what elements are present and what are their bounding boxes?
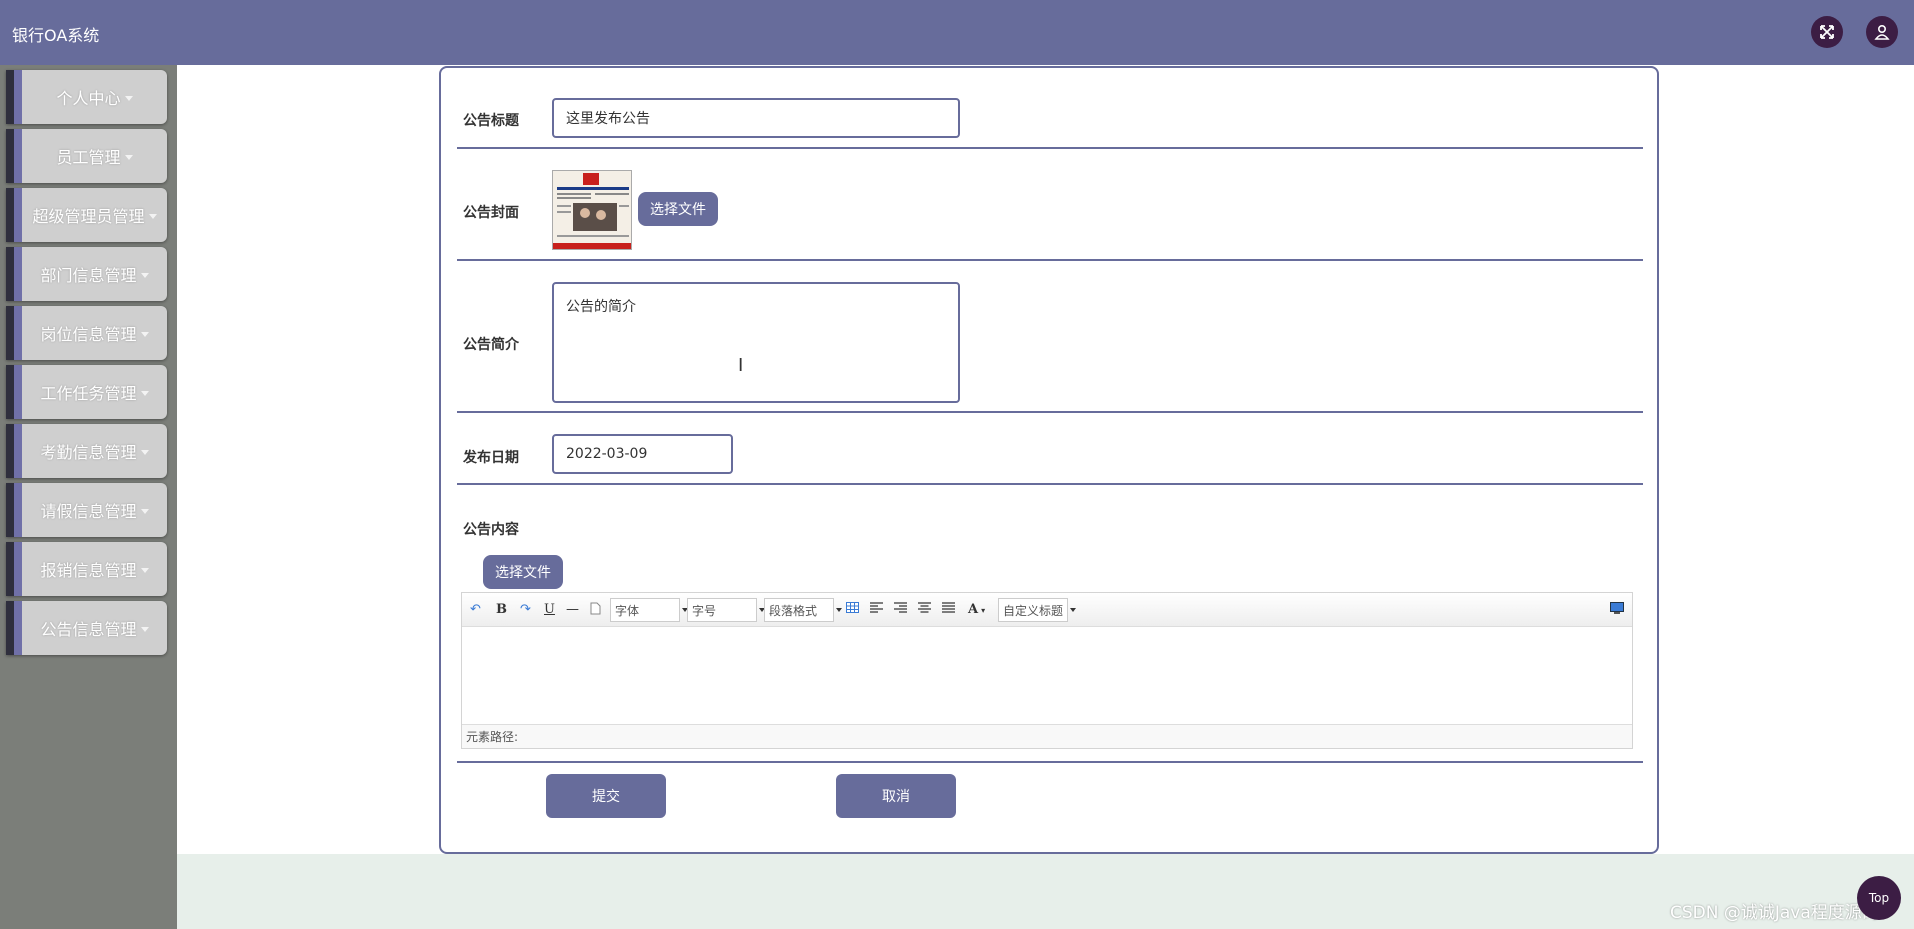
bold-icon[interactable]: B xyxy=(496,602,507,617)
divider xyxy=(457,411,1643,413)
sidebar-item-label: 工作任务管理 xyxy=(40,384,137,403)
sidebar-item-reimbursement[interactable]: 报销信息管理 xyxy=(6,542,167,596)
sidebar-item-employee[interactable]: 员工管理 xyxy=(6,129,167,183)
element-path-label: 元素路径: xyxy=(466,730,519,744)
caret-down-icon xyxy=(140,449,149,455)
caret-down-icon xyxy=(140,272,149,278)
page-icon[interactable] xyxy=(590,602,601,615)
sidebar-item-label: 超级管理员管理 xyxy=(32,207,145,226)
sidebar-item-label: 请假信息管理 xyxy=(40,502,137,521)
cancel-button[interactable]: 取消 xyxy=(836,774,956,818)
content-choose-file-button[interactable]: 选择文件 xyxy=(483,555,563,589)
app-title: 银行OA系统 xyxy=(12,26,100,45)
caret-down-icon xyxy=(124,95,133,101)
sidebar-item-notice[interactable]: 公告信息管理 xyxy=(6,601,167,655)
text-cursor-icon: I xyxy=(738,355,744,376)
date-label: 发布日期 xyxy=(463,450,519,466)
font-color-icon[interactable]: A ▾ xyxy=(968,602,985,617)
font-family-select[interactable]: 字体 xyxy=(610,598,688,622)
caret-down-icon xyxy=(140,567,149,573)
sidebar-item-label: 公告信息管理 xyxy=(40,620,137,639)
sidebar-item-label: 考勤信息管理 xyxy=(40,443,137,462)
summary-label: 公告简介 xyxy=(463,337,519,353)
paragraph-format-select-label: 段落格式 xyxy=(769,603,818,618)
caret-down-icon xyxy=(140,508,149,514)
top-bar: 银行OA系统 xyxy=(0,0,1914,65)
cover-label: 公告封面 xyxy=(463,205,519,221)
sidebar-item-position[interactable]: 岗位信息管理 xyxy=(6,306,167,360)
user-icon[interactable] xyxy=(1866,16,1898,48)
sidebar-item-label: 部门信息管理 xyxy=(40,266,137,285)
submit-button[interactable]: 提交 xyxy=(546,774,666,818)
sidebar-item-label: 报销信息管理 xyxy=(40,561,137,580)
element-path-bar: 元素路径: xyxy=(462,724,1632,748)
divider xyxy=(457,147,1643,149)
font-size-select-label: 字号 xyxy=(692,603,717,618)
back-to-top-button[interactable]: Top xyxy=(1857,876,1901,920)
rich-text-editor: ↶ B ↷ U — 字体 字号 段落格式 A ▾ 自定义标题 元素路径: xyxy=(461,592,1633,749)
sidebar: 个人中心 员工管理 超级管理员管理 部门信息管理 岗位信息管理 工作任务管理 考… xyxy=(0,65,177,929)
divider xyxy=(457,761,1643,763)
align-left-icon[interactable] xyxy=(870,602,883,613)
caret-down-icon xyxy=(140,331,149,337)
align-justify-icon[interactable] xyxy=(942,602,955,613)
custom-title-select[interactable]: 自定义标题 xyxy=(998,598,1076,622)
sidebar-item-super-admin[interactable]: 超级管理员管理 xyxy=(6,188,167,242)
date-input[interactable] xyxy=(552,434,733,474)
notice-form: 公告标题 公告封面 选择文件 公告简介 公告的简介 发布日期 公告内容 选择 xyxy=(439,66,1659,854)
sidebar-item-label: 个人中心 xyxy=(56,89,121,108)
table-icon[interactable] xyxy=(846,602,859,613)
paragraph-format-select[interactable]: 段落格式 xyxy=(764,598,842,622)
summary-textarea[interactable]: 公告的简介 xyxy=(552,282,960,403)
sidebar-item-label: 岗位信息管理 xyxy=(40,325,137,344)
divider xyxy=(457,259,1643,261)
caret-down-icon xyxy=(140,626,149,632)
sidebar-item-personal-center[interactable]: 个人中心 xyxy=(6,70,167,124)
title-label: 公告标题 xyxy=(463,113,519,129)
align-right-icon[interactable] xyxy=(894,602,907,613)
divider xyxy=(457,483,1643,485)
caret-down-icon xyxy=(140,390,149,396)
sidebar-item-leave[interactable]: 请假信息管理 xyxy=(6,483,167,537)
font-family-select-label: 字体 xyxy=(615,603,640,618)
fullscreen-icon[interactable] xyxy=(1811,16,1843,48)
sidebar-item-department[interactable]: 部门信息管理 xyxy=(6,247,167,301)
caret-down-icon xyxy=(148,213,157,219)
cover-image xyxy=(552,170,632,250)
underline-icon[interactable]: U xyxy=(544,602,555,617)
content-label: 公告内容 xyxy=(463,522,519,538)
title-input[interactable] xyxy=(552,98,960,138)
sidebar-item-attendance[interactable]: 考勤信息管理 xyxy=(6,424,167,478)
caret-down-icon xyxy=(124,154,133,160)
horizontal-rule-icon[interactable]: — xyxy=(566,602,579,617)
align-center-icon[interactable] xyxy=(918,602,931,613)
cover-choose-file-button[interactable]: 选择文件 xyxy=(638,192,718,226)
custom-title-select-label: 自定义标题 xyxy=(1003,603,1064,618)
watermark: CSDN @诚诚Java程度源码 xyxy=(1670,903,1879,923)
preview-icon[interactable] xyxy=(1610,602,1624,614)
undo-icon[interactable]: ↶ xyxy=(470,602,481,617)
sidebar-item-label: 员工管理 xyxy=(56,148,121,167)
redo-icon[interactable]: ↷ xyxy=(520,602,531,617)
font-size-select[interactable]: 字号 xyxy=(687,598,765,622)
editor-toolbar: ↶ B ↷ U — 字体 字号 段落格式 A ▾ 自定义标题 xyxy=(462,593,1632,627)
sidebar-item-task[interactable]: 工作任务管理 xyxy=(6,365,167,419)
